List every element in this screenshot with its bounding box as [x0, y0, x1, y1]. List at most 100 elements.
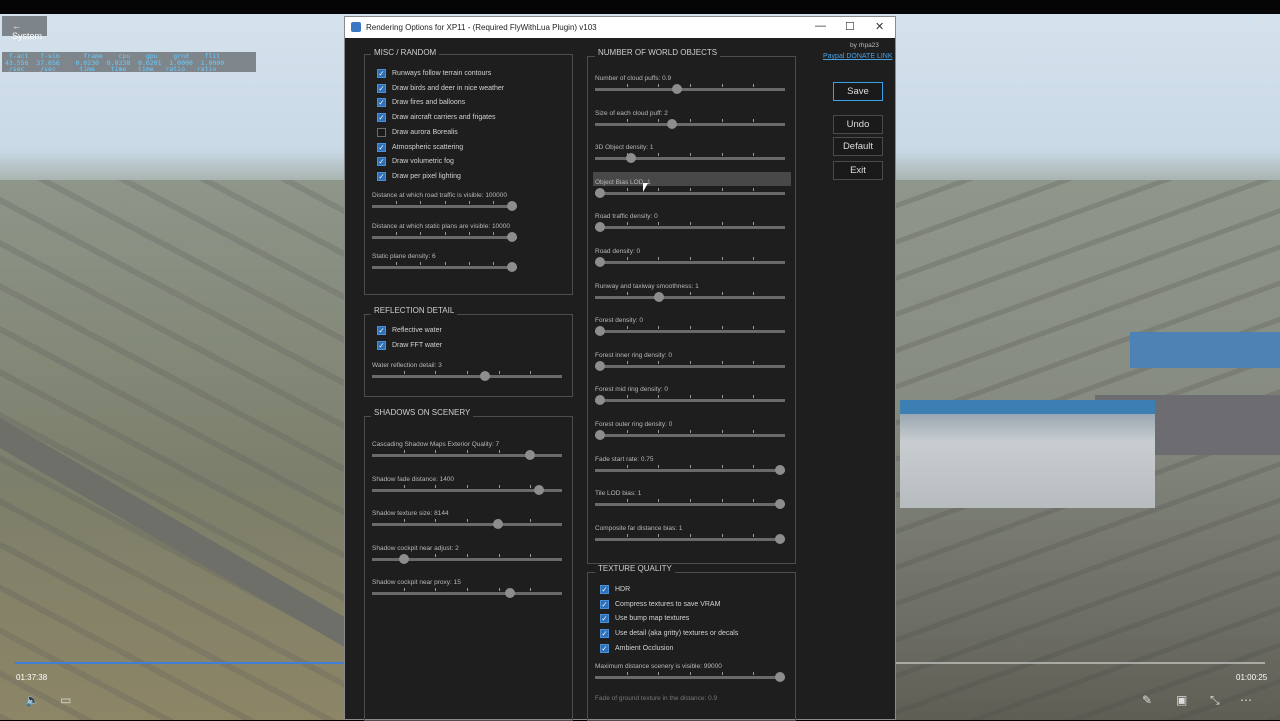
default-button[interactable]: Default — [833, 137, 883, 156]
slider-thumb[interactable] — [595, 360, 605, 371]
slider[interactable]: Object Bias LOD: 1 — [595, 179, 785, 198]
exit-button[interactable]: Exit — [833, 161, 883, 180]
slider-track[interactable] — [595, 330, 785, 334]
slider[interactable]: 3D Object density: 1 — [595, 144, 785, 164]
slider-thumb[interactable] — [595, 430, 605, 440]
slider-track[interactable] — [595, 191, 785, 195]
slider[interactable]: Forest inner ring density: 0 — [595, 352, 785, 371]
checkmark-icon[interactable]: ✓ — [600, 629, 609, 639]
slider-thumb[interactable] — [507, 201, 517, 211]
slider-thumb[interactable] — [595, 187, 605, 198]
slider[interactable]: Forest density: 0 — [595, 317, 785, 337]
minimize-icon[interactable]: — — [815, 20, 826, 32]
slider-thumb[interactable] — [505, 588, 515, 598]
slider-thumb[interactable] — [775, 533, 785, 544]
checkmark-icon[interactable]: ✓ — [600, 599, 609, 609]
slider-track[interactable] — [595, 676, 785, 679]
slider[interactable]: Shadow fade distance: 1400 — [372, 476, 562, 495]
checkmark-icon[interactable]: ✓ — [600, 614, 609, 624]
slider-label: Maximum distance scenery is visible: 990… — [595, 663, 722, 670]
slider[interactable]: Shadow texture size: 8144 — [372, 510, 562, 529]
close-icon[interactable]: ✕ — [875, 20, 884, 33]
checkmark-icon[interactable]: ✓ — [377, 83, 386, 93]
cast-icon[interactable]: ▣ — [1176, 693, 1187, 707]
slider[interactable]: Shadow cockpit near adjust: 2 — [372, 545, 562, 564]
slider-track[interactable] — [372, 266, 517, 269]
slider-track[interactable] — [595, 88, 785, 91]
slider[interactable]: Forest outer ring density: 0 — [595, 421, 785, 440]
slider-thumb[interactable] — [507, 231, 517, 242]
slider-thumb[interactable] — [667, 118, 677, 129]
undo-button[interactable]: Undo — [833, 115, 883, 134]
slider-thumb[interactable] — [654, 291, 664, 302]
checkmark-icon[interactable]: ✓ — [600, 585, 609, 594]
save-button[interactable]: Save — [833, 82, 883, 101]
slider-thumb[interactable] — [399, 553, 409, 564]
restore-icon[interactable]: ❐ — [1230, 17, 1238, 28]
slider-thumb[interactable] — [525, 450, 535, 460]
slider-track[interactable] — [595, 503, 785, 507]
slider[interactable]: Road density: 0 — [595, 248, 785, 267]
slider-thumb[interactable] — [507, 262, 517, 272]
slider[interactable]: Fade start rate: 0.75 — [595, 456, 785, 475]
slider-track[interactable] — [595, 468, 785, 472]
checkmark-icon[interactable]: ✓ — [377, 157, 386, 167]
checkmark-icon[interactable]: ✓ — [377, 171, 386, 181]
slider-thumb[interactable] — [493, 519, 503, 529]
checkbox-empty[interactable] — [377, 127, 386, 137]
slider-track[interactable] — [372, 523, 562, 526]
slider[interactable]: Water reflection detail: 3 — [372, 362, 562, 381]
slider-track[interactable] — [595, 226, 785, 230]
slider-track[interactable] — [372, 592, 562, 595]
slider-track[interactable] — [372, 205, 517, 208]
minimize-icon[interactable]: — — [1203, 17, 1212, 27]
edit-icon[interactable]: ✎ — [1142, 693, 1152, 707]
more-icon[interactable]: ⋯ — [1240, 693, 1252, 707]
slider-track[interactable] — [595, 434, 785, 437]
slider-thumb[interactable] — [534, 484, 544, 495]
slider-track[interactable] — [595, 261, 785, 264]
slider[interactable]: Shadow cockpit near proxy: 15 — [372, 579, 562, 598]
slider[interactable]: Forest mid ring density: 0 — [595, 386, 785, 406]
donate-link[interactable]: Paypal DONATE LINK — [823, 53, 893, 60]
checkmark-icon[interactable]: ✓ — [377, 98, 386, 108]
slider[interactable]: Road traffic density: 0 — [595, 213, 785, 233]
slider[interactable]: Maximum distance scenery is visible: 990… — [595, 663, 785, 682]
slider-track[interactable] — [595, 364, 785, 368]
volume-icon[interactable]: 🔈 — [25, 693, 40, 707]
slider[interactable]: Cascading Shadow Maps Exterior Quality: … — [372, 441, 562, 460]
slider[interactable]: Size of each cloud puff: 2 — [595, 110, 785, 129]
slider-thumb[interactable] — [775, 464, 785, 475]
checkmark-icon[interactable]: ✓ — [600, 643, 609, 653]
slider[interactable]: Number of cloud puffs: 0.9 — [595, 75, 785, 94]
close-icon[interactable]: ✕ — [1258, 17, 1266, 28]
slider-track[interactable] — [372, 375, 562, 378]
slider-track[interactable] — [372, 235, 517, 239]
slider-track[interactable] — [595, 122, 785, 126]
slider[interactable]: Tile LOD bias: 1 — [595, 490, 785, 510]
slider-thumb[interactable] — [672, 84, 682, 94]
slider-track[interactable] — [595, 295, 785, 299]
maximize-icon[interactable]: ☐ — [845, 20, 855, 33]
checkbox-label: Ambient Occlusion — [615, 644, 674, 652]
slider[interactable]: Distance at which road traffic is visibl… — [372, 192, 517, 211]
checkmark-icon[interactable]: ✓ — [377, 341, 386, 350]
slider-track[interactable] — [595, 157, 785, 161]
slider-track[interactable] — [595, 537, 785, 541]
subtitles-icon[interactable]: ▭ — [60, 693, 71, 707]
checkmark-icon[interactable]: ✓ — [377, 69, 386, 78]
fullscreen-icon[interactable]: ⤡ — [1210, 693, 1220, 708]
system-back-button[interactable]: ← System — [2, 16, 47, 41]
slider-thumb[interactable] — [775, 672, 785, 682]
slider[interactable]: Distance at which static plans are visib… — [372, 223, 517, 242]
slider[interactable]: Static plane density: 6 — [372, 253, 517, 272]
slider-thumb[interactable] — [480, 371, 490, 381]
checkmark-icon[interactable]: ✓ — [377, 142, 386, 152]
checkmark-icon[interactable]: ✓ — [377, 326, 386, 335]
slider-thumb[interactable] — [595, 257, 605, 267]
slider-track[interactable] — [595, 399, 785, 403]
checkmark-icon[interactable]: ✓ — [377, 113, 386, 123]
slider[interactable]: Runway and taxiway smoothness: 1 — [595, 283, 785, 302]
slider-tick — [467, 553, 468, 557]
slider[interactable]: Composite far distance bias: 1 — [595, 525, 785, 544]
